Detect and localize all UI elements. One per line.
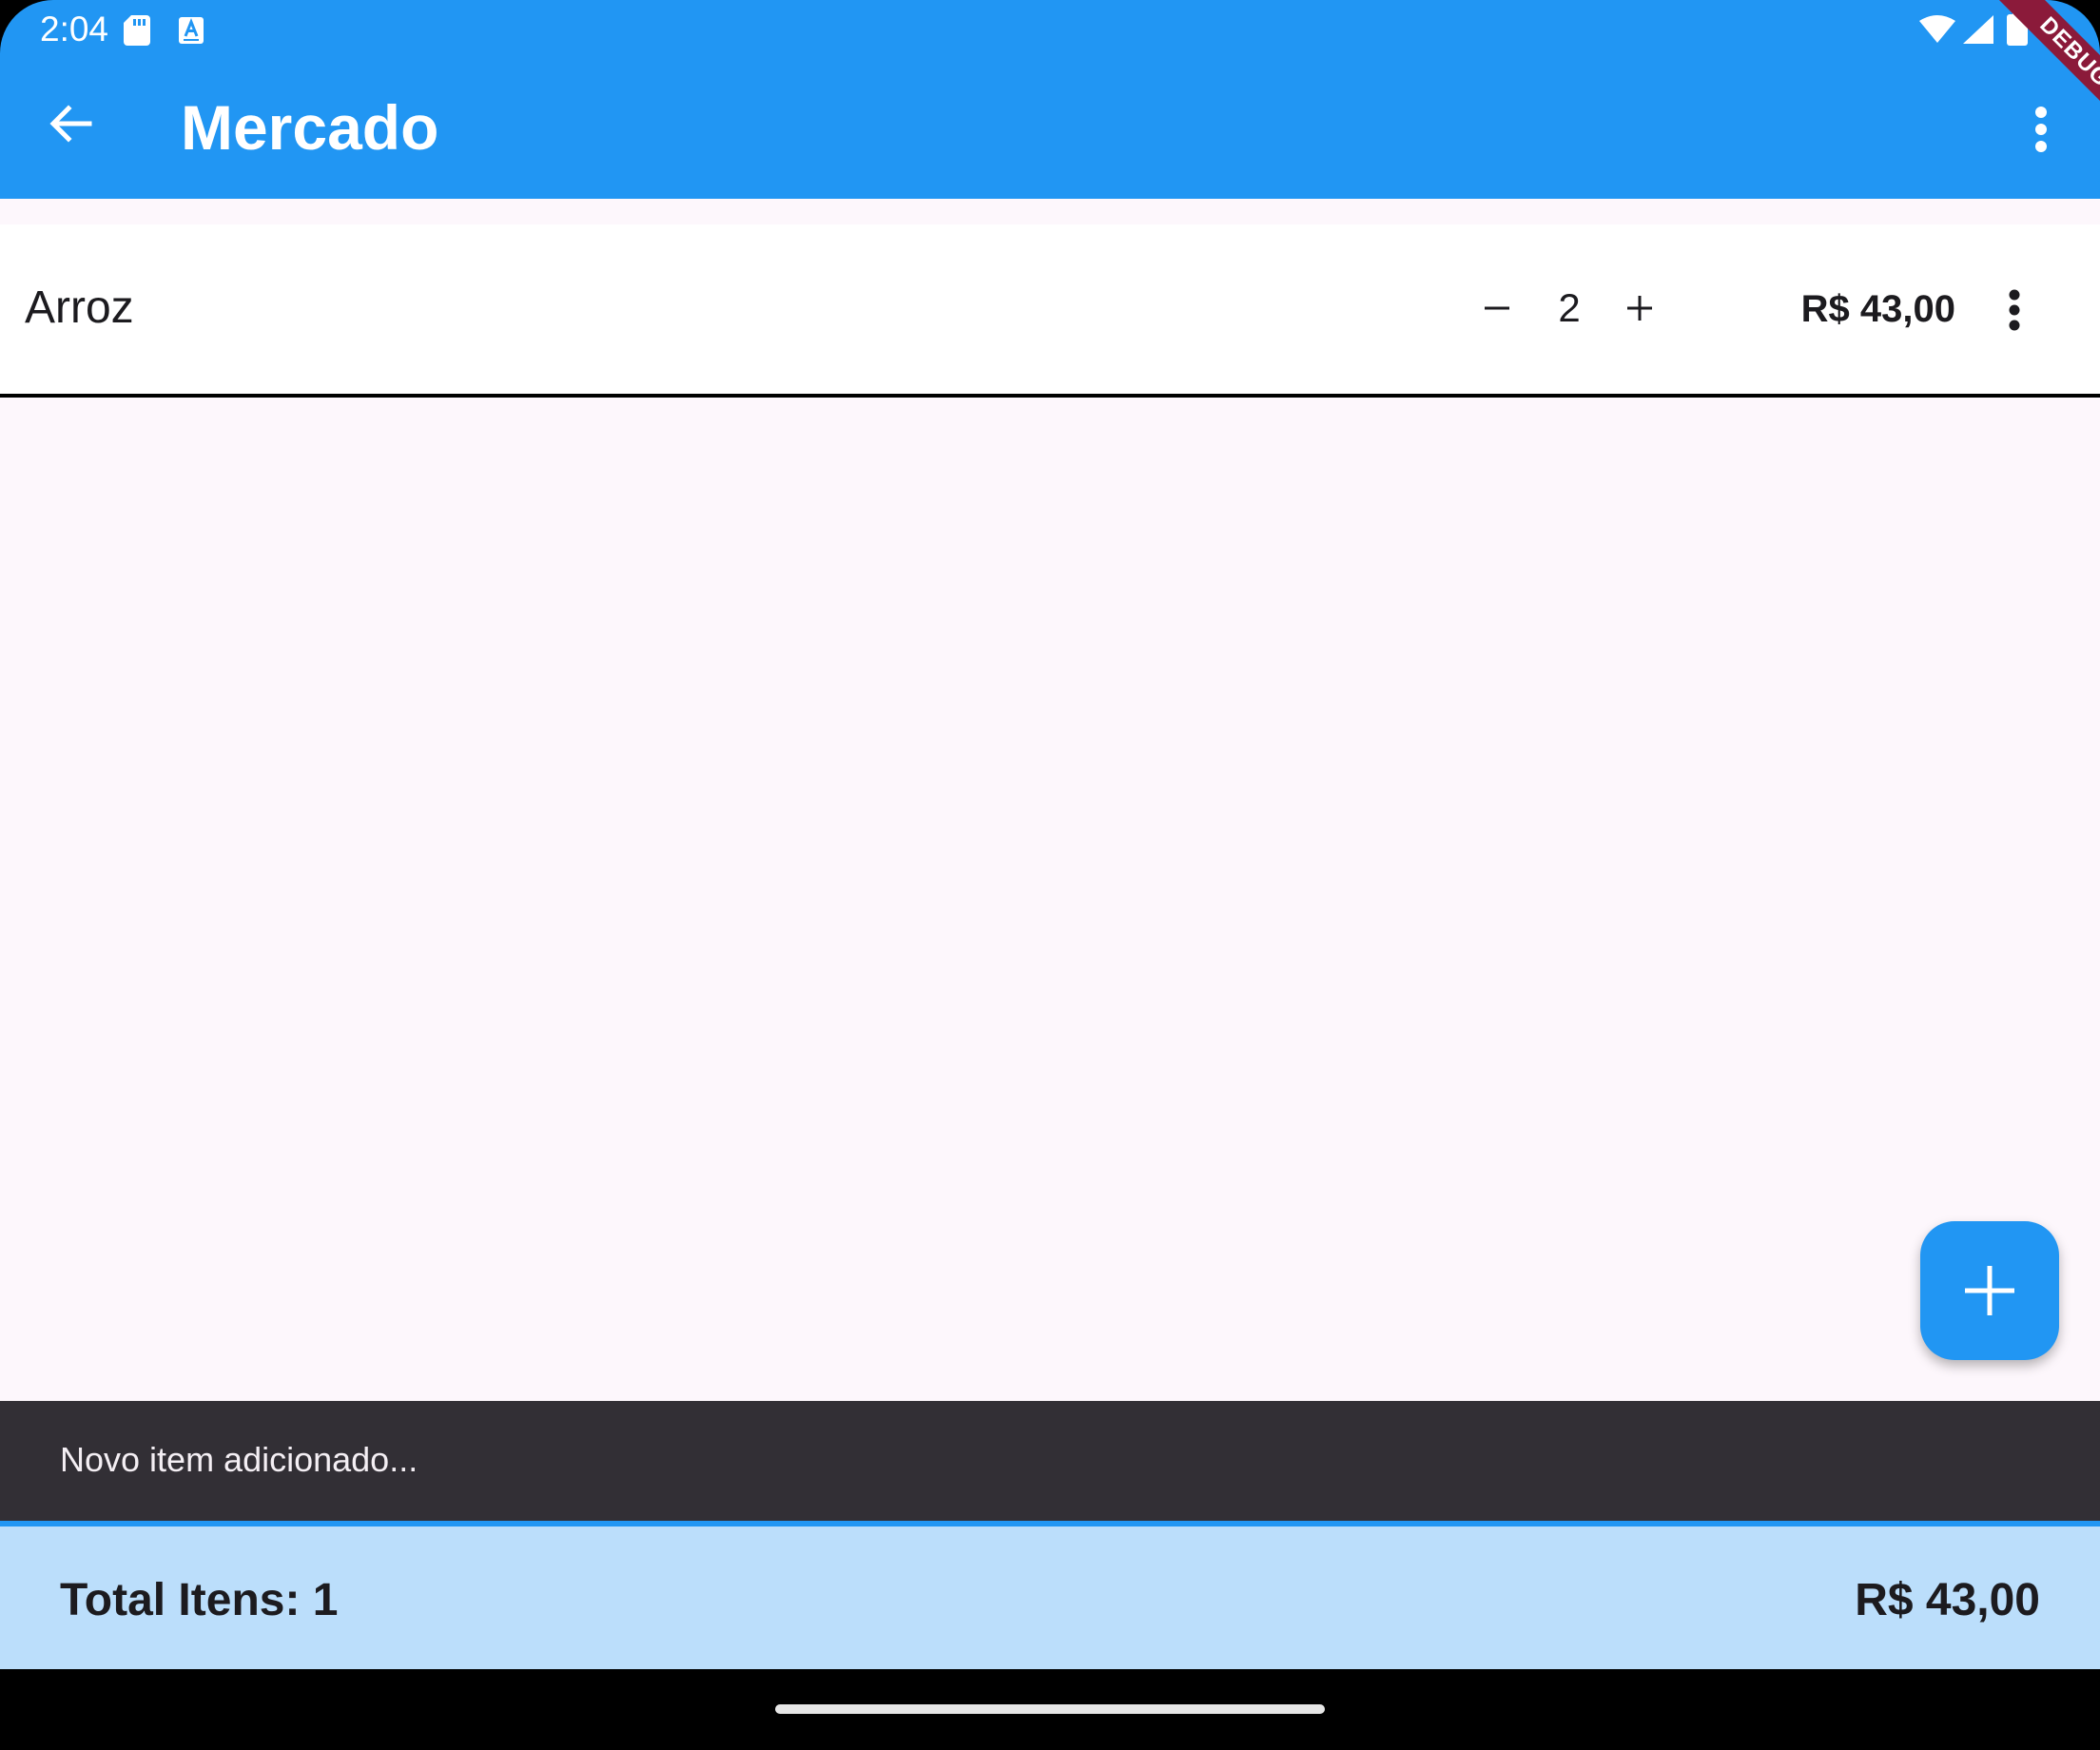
item-price: R$ 43,00 [1800,288,1955,330]
status-bar: 2:04 [0,0,2100,59]
add-icon [1965,1266,2014,1315]
minus-icon [1485,306,1509,310]
snackbar: Novo item adicionado... [0,1401,2100,1521]
item-options-button[interactable] [1988,280,2041,340]
app-bar: 2:04 Mercado DEBUG [0,0,2100,199]
page-title: Mercado [181,92,439,163]
sd-card-icon [124,15,150,46]
item-name: Arroz [25,282,134,333]
gesture-handle[interactable] [775,1704,1325,1714]
total-summary-bar: Total Itens: 1 R$ 43,00 [0,1521,2100,1669]
decrement-button[interactable] [1468,280,1526,337]
add-item-fab[interactable] [1920,1221,2059,1360]
plus-icon [1627,296,1652,321]
status-time: 2:04 [40,10,109,49]
navigation-bar [0,1669,2100,1750]
device-screen: 2:04 Mercado DEBUG Arroz 2 R$ 43,00 Novo… [0,0,2100,1750]
snackbar-message: Novo item adicionado... [60,1440,418,1479]
increment-button[interactable] [1611,280,1668,337]
list-item[interactable]: Arroz 2 R$ 43,00 [0,224,2100,398]
debug-banner: DEBUG [1948,0,2100,152]
debug-banner-label: DEBUG [1992,0,2100,135]
total-price-value: R$ 43,00 [1855,1575,2040,1625]
more-vert-icon [2009,289,2020,331]
arrow-back-icon [49,105,92,143]
item-quantity: 2 [1558,285,1581,330]
total-items-label: Total Itens: 1 [60,1575,339,1625]
font-a-icon [179,17,204,44]
item-list-area: Arroz 2 R$ 43,00 [0,199,2100,1401]
back-button[interactable] [38,91,103,156]
